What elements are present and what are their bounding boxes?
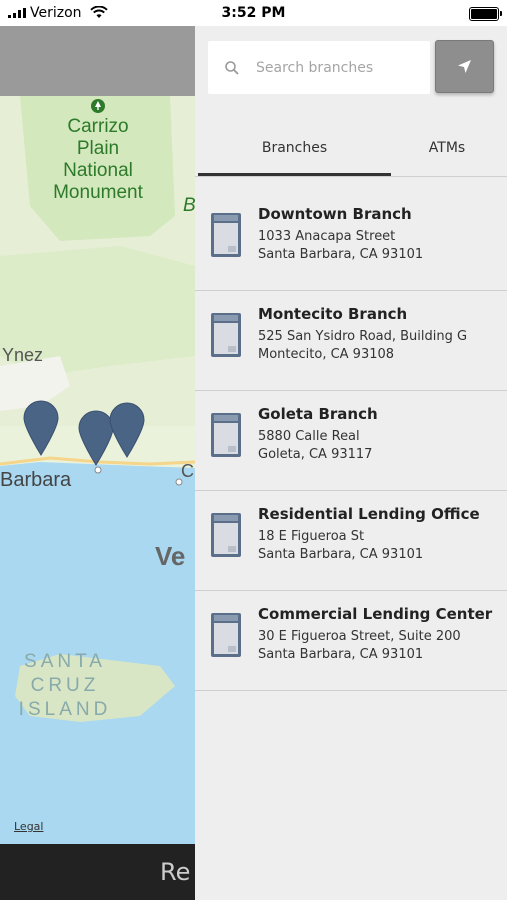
branch-name: Commercial Lending Center <box>258 605 493 623</box>
map-location-dot-icon <box>175 478 183 486</box>
tab-atms[interactable]: ATMs <box>391 124 503 176</box>
park-icon <box>91 99 105 113</box>
map-top-bar <box>0 26 195 96</box>
branch-list-item[interactable]: Residential Lending Office 18 E Figueroa… <box>195 491 507 591</box>
tab-bar: Branches ATMs <box>195 124 507 177</box>
branch-name: Residential Lending Office <box>258 505 480 523</box>
map-pin-icon[interactable] <box>108 402 146 458</box>
tab-branches[interactable]: Branches <box>198 124 391 176</box>
branch-building-icon <box>211 213 241 257</box>
clock: 3:52 PM <box>221 5 286 21</box>
branch-address-line1: 5880 Calle Real <box>258 429 360 444</box>
search-input[interactable] <box>254 55 428 81</box>
map-label-edge-b: B <box>183 195 195 216</box>
map-label-ve: Ve <box>155 541 186 571</box>
branch-list-item[interactable]: Downtown Branch 1033 Anacapa Street Sant… <box>195 191 507 291</box>
branch-address-line1: 18 E Figueroa St <box>258 529 365 544</box>
search-icon <box>225 61 239 75</box>
branch-name: Montecito Branch <box>258 305 408 323</box>
branch-name: Goleta Branch <box>258 405 378 423</box>
branch-address-line1: 30 E Figueroa Street, Suite 200 <box>258 629 461 644</box>
map-pin-icon[interactable] <box>22 400 60 456</box>
branch-address-line2: Montecito, CA 93108 <box>258 347 395 362</box>
map-label-park: Carrizo Plain National Monument <box>28 98 168 204</box>
branch-address-line1: 525 San Ysidro Road, Building G <box>258 329 468 344</box>
location-arrow-icon <box>458 60 471 73</box>
status-bar: Verizon 3:52 PM <box>0 0 507 26</box>
branch-address-line2: Santa Barbara, CA 93101 <box>258 547 424 562</box>
locate-me-button[interactable] <box>435 40 494 93</box>
map-bottom-bar-label[interactable]: Re <box>160 858 190 886</box>
branch-name: Downtown Branch <box>258 205 412 223</box>
branches-panel: Branches ATMs Downtown Branch 1033 Anaca… <box>195 26 507 900</box>
branch-building-icon <box>211 513 241 557</box>
branch-list: Downtown Branch 1033 Anacapa Street Sant… <box>195 191 507 691</box>
search-box[interactable] <box>208 41 430 94</box>
branch-building-icon <box>211 413 241 457</box>
branch-building-icon <box>211 313 241 357</box>
map-label-island: SANTA CRUZ ISLAND <box>18 651 112 720</box>
branch-building-icon <box>211 613 241 657</box>
battery-icon <box>469 7 502 21</box>
branch-address-line2: Goleta, CA 93117 <box>258 447 373 462</box>
map-label-ynez: Ynez <box>2 345 44 365</box>
legal-link[interactable]: Legal <box>14 820 43 833</box>
branch-list-item[interactable]: Montecito Branch 525 San Ysidro Road, Bu… <box>195 291 507 391</box>
map-label-city: Barbara <box>0 469 72 491</box>
branch-list-item[interactable]: Commercial Lending Center 30 E Figueroa … <box>195 591 507 691</box>
branch-address-line2: Santa Barbara, CA 93101 <box>258 647 424 662</box>
map-bottom-bar: Re <box>0 844 195 900</box>
branch-address-line1: 1033 Anacapa Street <box>258 229 396 244</box>
branch-list-item[interactable]: Goleta Branch 5880 Calle Real Goleta, CA… <box>195 391 507 491</box>
branch-address-line2: Santa Barbara, CA 93101 <box>258 247 424 262</box>
map-location-dot-icon <box>94 466 102 474</box>
map-view[interactable]: Carrizo Plain National Monument B Ynez B… <box>0 26 195 900</box>
